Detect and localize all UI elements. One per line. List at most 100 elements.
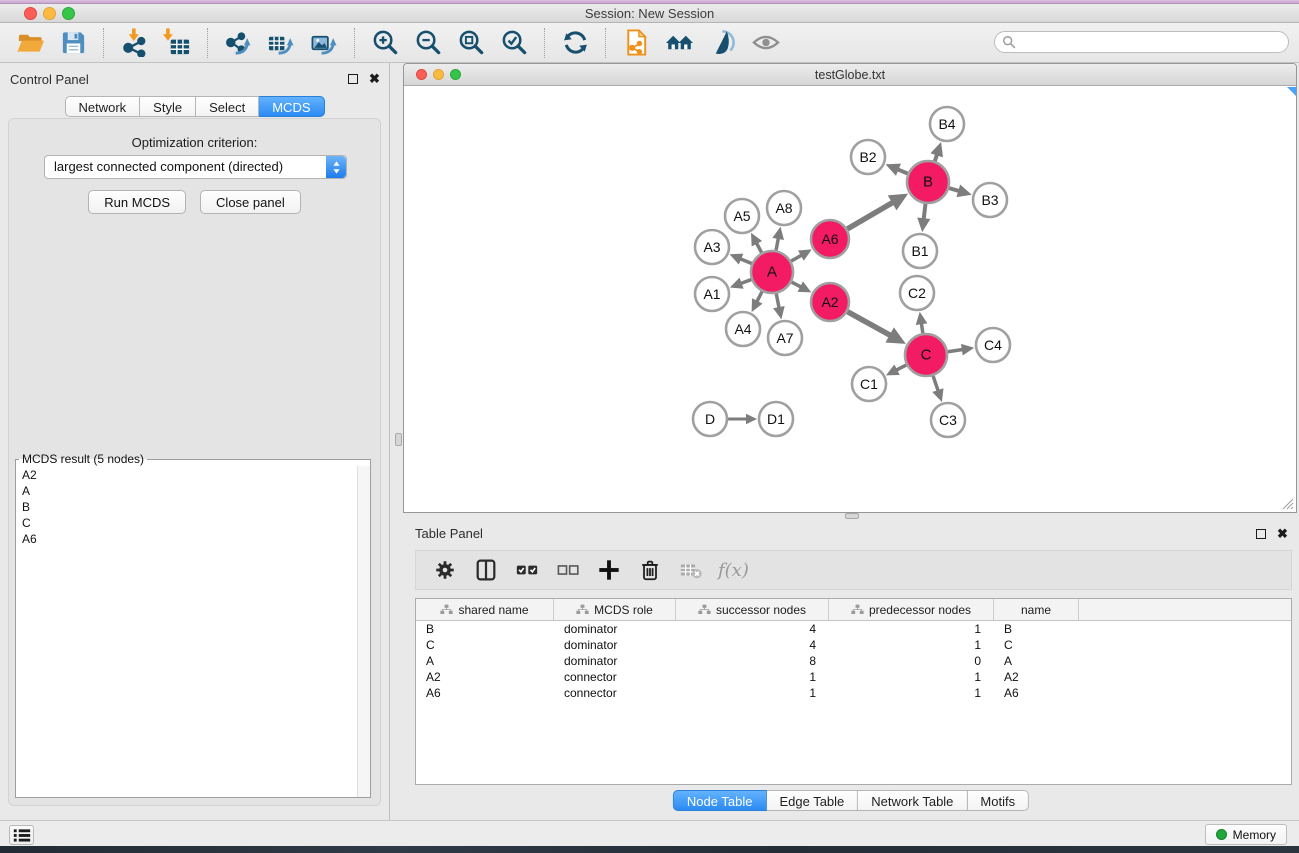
table-cell[interactable]: 1 — [829, 685, 994, 701]
search-input[interactable] — [994, 31, 1289, 53]
maximize-network-button[interactable] — [450, 69, 461, 80]
node-A3[interactable]: A3 — [695, 230, 729, 264]
node-B3[interactable]: B3 — [973, 183, 1007, 217]
table-cell[interactable]: B — [416, 621, 554, 637]
close-window-button[interactable] — [24, 7, 37, 20]
delete-row-button[interactable] — [636, 556, 664, 584]
edge-C-C1[interactable] — [886, 364, 906, 375]
node-D[interactable]: D — [693, 402, 727, 436]
mcds-result-item[interactable]: B — [22, 499, 370, 515]
node-A1[interactable]: A1 — [695, 277, 729, 311]
edge-A-A2[interactable] — [792, 281, 812, 292]
show-graphics-details-button[interactable] — [705, 26, 739, 60]
criterion-select[interactable]: largest connected component (directed) — [44, 155, 347, 179]
node-A7[interactable]: A7 — [768, 321, 802, 355]
tab-motifs[interactable]: Motifs — [967, 790, 1029, 811]
edge-B-B3[interactable] — [949, 184, 972, 197]
table-cell[interactable]: dominator — [554, 621, 676, 637]
tab-network-table[interactable]: Network Table — [858, 790, 967, 811]
function-builder-button[interactable]: f(x) — [718, 560, 749, 581]
column-header-name[interactable]: name — [994, 599, 1079, 620]
minimize-network-button[interactable] — [433, 69, 444, 80]
search-field[interactable] — [994, 31, 1289, 53]
memory-button[interactable]: Memory — [1205, 824, 1287, 845]
table-cell[interactable]: C — [416, 637, 554, 653]
edge-A-A1[interactable] — [730, 278, 752, 289]
resize-grip-icon[interactable] — [1280, 496, 1294, 510]
zoom-selected-button[interactable] — [497, 26, 531, 60]
tab-style[interactable]: Style — [140, 96, 196, 117]
deselect-all-button[interactable] — [554, 556, 582, 584]
table-cell[interactable]: connector — [554, 669, 676, 685]
edge-A6-B[interactable] — [847, 194, 908, 229]
table-cell[interactable]: A2 — [416, 669, 554, 685]
table-row[interactable]: A6connector11A6 — [416, 685, 1291, 701]
result-scrollbar[interactable] — [357, 466, 370, 797]
table-row[interactable]: Adominator80A — [416, 653, 1291, 669]
table-cell[interactable]: 4 — [676, 637, 829, 653]
node-C4[interactable]: C4 — [976, 328, 1010, 362]
node-A[interactable]: A — [751, 251, 793, 293]
network-window-titlebar[interactable]: testGlobe.txt — [404, 64, 1296, 86]
network-document-button[interactable] — [619, 26, 653, 60]
edge-A-A4[interactable] — [752, 292, 763, 312]
select-all-button[interactable] — [513, 556, 541, 584]
minimize-window-button[interactable] — [43, 7, 56, 20]
column-header-MCDS-role[interactable]: MCDS role — [554, 599, 676, 620]
table-cell[interactable]: connector — [554, 685, 676, 701]
node-B[interactable]: B — [907, 161, 949, 203]
edge-A2-C[interactable] — [848, 312, 906, 344]
table-cell[interactable]: A2 — [994, 669, 1079, 685]
tab-edge-table[interactable]: Edge Table — [766, 790, 858, 811]
float-table-panel-button[interactable] — [1254, 527, 1267, 540]
table-cell[interactable]: 8 — [676, 653, 829, 669]
tab-mcds[interactable]: MCDS — [259, 96, 324, 117]
node-B2[interactable]: B2 — [851, 140, 885, 174]
app-titlebar[interactable]: Session: New Session — [0, 4, 1299, 23]
column-header-predecessor-nodes[interactable]: predecessor nodes — [829, 599, 994, 620]
table-cell[interactable]: dominator — [554, 653, 676, 669]
edge-C-C4[interactable] — [948, 344, 974, 356]
toggle-details-button[interactable] — [748, 26, 782, 60]
network-canvas[interactable]: AA1A2A3A4A5A6A7A8BB1B2B3B4CC1C2C3C4DD1 — [404, 87, 1296, 512]
tab-node-table[interactable]: Node Table — [673, 790, 767, 811]
close-panel-button[interactable]: ✖ — [368, 72, 381, 85]
close-panel-button-inner[interactable]: Close panel — [200, 190, 301, 214]
node-A2[interactable]: A2 — [811, 283, 849, 321]
node-D1[interactable]: D1 — [759, 402, 793, 436]
table-row[interactable]: Bdominator41B — [416, 621, 1291, 637]
table-cell[interactable]: A — [416, 653, 554, 669]
zoom-fit-button[interactable] — [454, 26, 488, 60]
node-C2[interactable]: C2 — [900, 276, 934, 310]
refresh-button[interactable] — [558, 26, 592, 60]
export-image-button[interactable] — [307, 26, 341, 60]
table-cell[interactable]: 1 — [676, 669, 829, 685]
mcds-result-item[interactable]: C — [22, 515, 370, 531]
edge-A-A6[interactable] — [791, 249, 812, 261]
table-cell[interactable]: 4 — [676, 621, 829, 637]
export-network-button[interactable] — [221, 26, 255, 60]
table-cell[interactable]: 1 — [676, 685, 829, 701]
import-table-button[interactable] — [160, 26, 194, 60]
node-A5[interactable]: A5 — [725, 199, 759, 233]
edge-B-B1[interactable] — [917, 204, 930, 232]
table-cell[interactable]: 1 — [829, 637, 994, 653]
panel-list-button[interactable] — [9, 825, 34, 845]
close-table-panel-button[interactable]: ✖ — [1276, 527, 1289, 540]
edge-A-A8[interactable] — [772, 227, 784, 251]
edge-A-A5[interactable] — [751, 233, 762, 253]
table-cell[interactable]: A6 — [994, 685, 1079, 701]
node-B4[interactable]: B4 — [930, 107, 964, 141]
table-row[interactable]: Cdominator41C — [416, 637, 1291, 653]
edge-B-B2[interactable] — [886, 164, 908, 176]
run-mcds-button[interactable]: Run MCDS — [88, 190, 186, 214]
edge-B-B4[interactable] — [930, 142, 943, 161]
node-A4[interactable]: A4 — [726, 312, 760, 346]
table-cell[interactable]: A6 — [416, 685, 554, 701]
table-cell[interactable]: 0 — [829, 653, 994, 669]
zoom-out-button[interactable] — [411, 26, 445, 60]
table-settings-button[interactable] — [431, 556, 459, 584]
import-network-button[interactable] — [117, 26, 151, 60]
node-C[interactable]: C — [905, 334, 947, 376]
show-columns-button[interactable] — [472, 556, 500, 584]
